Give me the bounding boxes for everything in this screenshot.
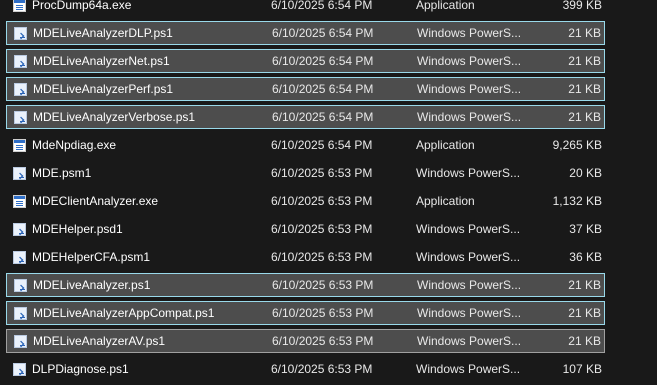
file-size: 399 KB <box>562 0 602 12</box>
file-name: ProcDump64a.exe <box>32 0 132 12</box>
file-date-modified: 6/10/2025 6:54 PM <box>271 0 373 12</box>
file-date-modified: 6/10/2025 6:53 PM <box>271 362 373 376</box>
file-row[interactable]: MDEClientAnalyzer.exe 6/10/2025 6:53 PM Ap… <box>0 189 657 213</box>
file-date-modified: 6/10/2025 6:54 PM <box>272 82 374 96</box>
file-date-modified: 6/10/2025 6:53 PM <box>272 334 374 348</box>
powershell-script-icon <box>14 27 27 40</box>
file-row[interactable]: MDELiveAnalyzerDLP.ps1 6/10/2025 6:54 PM W… <box>6 21 605 45</box>
powershell-script-icon <box>14 111 27 124</box>
file-size: 21 KB <box>568 54 601 68</box>
file-size: 21 KB <box>568 110 601 124</box>
powershell-script-icon <box>14 307 27 320</box>
file-name: MDEHelperCFA.psm1 <box>32 250 151 264</box>
file-size: 37 KB <box>569 222 602 236</box>
powershell-module-icon <box>13 251 26 264</box>
file-row[interactable]: MDELiveAnalyzerAppCompat.ps1 6/10/2025 6:… <box>6 301 605 325</box>
file-type: Windows PowerS... <box>416 250 521 264</box>
file-name: DLPDiagnose.ps1 <box>32 362 129 376</box>
file-name: MDELiveAnalyzerVerbose.ps1 <box>33 110 196 124</box>
file-date-modified: 6/10/2025 6:54 PM <box>272 110 374 124</box>
file-date-modified: 6/10/2025 6:53 PM <box>271 166 373 180</box>
file-row[interactable]: MDELiveAnalyzerVerbose.ps1 6/10/2025 6:54… <box>6 105 605 129</box>
file-size: 20 KB <box>569 166 602 180</box>
powershell-script-icon <box>14 279 27 292</box>
file-size: 21 KB <box>568 26 601 40</box>
file-row[interactable]: DLPDiagnose.ps1 6/10/2025 6:53 PM Windows … <box>0 357 657 381</box>
file-size: 21 KB <box>568 278 601 292</box>
file-type: Windows PowerS... <box>417 26 522 40</box>
file-date-modified: 6/10/2025 6:54 PM <box>272 54 374 68</box>
file-name: MDEClientAnalyzer.exe <box>32 194 159 208</box>
file-type: Windows PowerS... <box>416 166 521 180</box>
file-size: 9,265 KB <box>552 138 602 152</box>
exe-icon <box>13 0 26 12</box>
file-row[interactable]: MDELiveAnalyzerNet.ps1 6/10/2025 6:54 PM W… <box>6 49 605 73</box>
file-date-modified: 6/10/2025 6:53 PM <box>271 250 373 264</box>
file-type: Windows PowerS... <box>416 222 521 236</box>
file-row[interactable]: ProcDump64a.exe 6/10/2025 6:54 PM Applicat… <box>0 0 657 17</box>
file-row[interactable]: MDELiveAnalyzerAV.ps1 6/10/2025 6:53 PM Wi… <box>6 329 605 353</box>
file-date-modified: 6/10/2025 6:54 PM <box>272 26 374 40</box>
powershell-script-icon <box>13 363 26 376</box>
file-size: 1,132 KB <box>552 194 602 208</box>
file-type: Windows PowerS... <box>417 110 522 124</box>
file-type: Windows PowerS... <box>417 334 522 348</box>
file-type: Windows PowerS... <box>417 306 522 320</box>
file-row[interactable]: MDELiveAnalyzerPerf.ps1 6/10/2025 6:54 PM… <box>6 77 605 101</box>
file-name: MDELiveAnalyzerNet.ps1 <box>33 54 170 68</box>
powershell-script-icon <box>14 335 27 348</box>
file-type: Windows PowerS... <box>417 278 522 292</box>
exe-icon <box>13 195 26 208</box>
file-type: Application <box>416 138 475 152</box>
file-size: 21 KB <box>568 334 601 348</box>
file-date-modified: 6/10/2025 6:53 PM <box>271 194 373 208</box>
file-name: MdeNpdiag.exe <box>32 138 117 152</box>
file-type: Application <box>416 0 475 12</box>
file-type: Windows PowerS... <box>417 54 522 68</box>
file-name: MDELiveAnalyzerAppCompat.ps1 <box>33 306 215 320</box>
file-type: Windows PowerS... <box>417 82 522 96</box>
file-row[interactable]: MDELiveAnalyzer.ps1 6/10/2025 6:53 PM Wind… <box>6 273 605 297</box>
file-list: ProcDump64a.exe 6/10/2025 6:54 PM Applicat… <box>0 0 657 385</box>
file-row[interactable]: MdeNpdiag.exe 6/10/2025 6:54 PM Applicatio… <box>0 133 657 157</box>
file-name: MDE.psm1 <box>32 166 92 180</box>
powershell-script-icon <box>14 55 27 68</box>
powershell-module-icon <box>13 223 26 236</box>
file-name: MDELiveAnalyzerDLP.ps1 <box>33 26 173 40</box>
file-row[interactable]: MDE.psm1 6/10/2025 6:53 PM Windows PowerS.… <box>0 161 657 185</box>
file-size: 107 KB <box>562 362 602 376</box>
file-row[interactable]: MDEHelperCFA.psm1 6/10/2025 6:53 PM Window… <box>0 245 657 269</box>
file-type: Windows PowerS... <box>416 362 521 376</box>
file-date-modified: 6/10/2025 6:53 PM <box>271 222 373 236</box>
file-size: 36 KB <box>569 250 602 264</box>
file-name: MDELiveAnalyzerPerf.ps1 <box>33 82 174 96</box>
file-type: Application <box>416 194 475 208</box>
file-name: MDELiveAnalyzerAV.ps1 <box>33 334 166 348</box>
file-size: 21 KB <box>568 82 601 96</box>
file-date-modified: 6/10/2025 6:53 PM <box>272 278 374 292</box>
exe-icon <box>13 139 26 152</box>
file-name: MDELiveAnalyzer.ps1 <box>33 278 151 292</box>
file-date-modified: 6/10/2025 6:54 PM <box>271 138 373 152</box>
file-date-modified: 6/10/2025 6:53 PM <box>272 306 374 320</box>
powershell-script-icon <box>14 83 27 96</box>
file-size: 21 KB <box>568 306 601 320</box>
file-row[interactable]: MDEHelper.psd1 6/10/2025 6:53 PM Windows P… <box>0 217 657 241</box>
file-name: MDEHelper.psd1 <box>32 222 123 236</box>
powershell-module-icon <box>13 167 26 180</box>
